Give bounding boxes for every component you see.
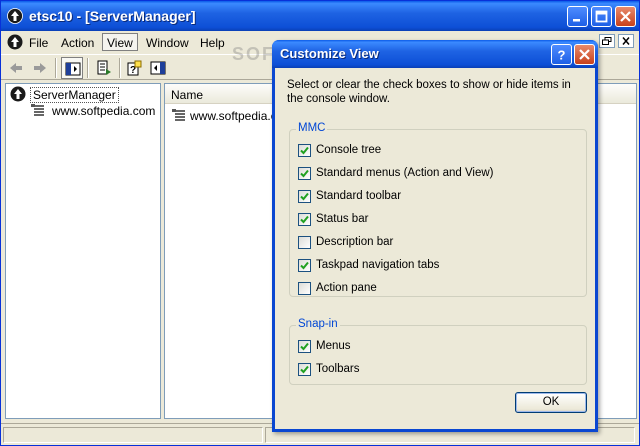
checkbox-label: Menus <box>316 340 351 352</box>
checkbox-label: Standard toolbar <box>316 190 402 202</box>
help-icon: ? <box>127 60 142 76</box>
forward-button[interactable] <box>29 57 51 79</box>
back-arrow-icon <box>10 63 22 73</box>
checkbox-checked[interactable] <box>298 340 311 353</box>
menu-file[interactable]: File <box>25 34 52 52</box>
checkbox-label: Console tree <box>316 144 382 156</box>
minimize-icon <box>573 19 580 22</box>
ok-button[interactable]: OK <box>515 392 587 413</box>
checkmark-icon <box>300 342 309 351</box>
close-icon <box>622 37 630 45</box>
dialog-title: Customize View <box>280 46 379 61</box>
menu-window[interactable]: Window <box>142 34 193 52</box>
checkbox-unchecked[interactable] <box>298 282 311 295</box>
close-button[interactable] <box>615 6 636 27</box>
column-name-header[interactable]: Name <box>171 88 203 102</box>
console-tree-pane[interactable]: ServerManager www.softpedia.com <box>5 83 161 419</box>
dialog-help-button[interactable]: ? <box>551 44 572 65</box>
group-mmc: MMC Console tree Standard menus (Action a… <box>289 122 587 297</box>
svg-text:?: ? <box>558 48 566 61</box>
checkmark-icon <box>300 215 309 224</box>
forward-arrow-icon <box>34 63 46 73</box>
menu-action[interactable]: Action <box>57 34 98 52</box>
action-pane-icon <box>150 61 166 75</box>
server-list-icon <box>31 104 44 116</box>
checkbox-checked[interactable] <box>298 259 311 272</box>
checkbox-label: Action pane <box>316 282 377 294</box>
checkbox-checked[interactable] <box>298 190 311 203</box>
checkbox-label: Status bar <box>316 213 369 225</box>
back-button[interactable] <box>5 57 27 79</box>
export-list-button[interactable] <box>93 57 115 79</box>
export-list-icon <box>97 60 111 75</box>
tree-node-label: ServerManager <box>30 87 119 103</box>
maximize-button[interactable] <box>591 6 612 27</box>
close-icon <box>579 49 590 60</box>
mdi-restore-button[interactable] <box>599 34 615 48</box>
checkmark-icon <box>300 146 309 155</box>
checkbox-unchecked[interactable] <box>298 236 311 249</box>
mdi-close-button[interactable] <box>618 34 634 48</box>
server-list-icon <box>172 109 185 121</box>
help-icon: ? <box>558 48 566 61</box>
checkbox-label: Toolbars <box>316 363 360 375</box>
show-hide-action-pane-button[interactable] <box>147 57 169 79</box>
checkbox-checked[interactable] <box>298 213 311 226</box>
help-topics-button[interactable]: ? <box>123 57 145 79</box>
checkmark-icon <box>300 261 309 270</box>
window-title: etsc10 - [ServerManager] <box>29 8 196 24</box>
dialog-close-button[interactable] <box>574 44 595 65</box>
close-icon <box>620 11 631 22</box>
dialog-titlebar[interactable]: Customize View ? <box>272 40 598 68</box>
status-cell <box>3 427 263 443</box>
menu-help[interactable]: Help <box>196 34 229 52</box>
toolbar-separator <box>87 58 89 78</box>
checkbox-label: Standard menus (Action and View) <box>316 167 494 179</box>
checkbox-checked[interactable] <box>298 167 311 180</box>
dialog-description: Select or clear the check boxes to show … <box>287 79 571 105</box>
toolbar-separator <box>119 58 121 78</box>
customize-view-dialog: Customize View ? Select or clear the che… <box>272 40 598 432</box>
console-tree-icon <box>65 62 81 76</box>
group-snap-in: Snap-in Menus Toolbars <box>289 318 587 385</box>
checkmark-icon <box>300 169 309 178</box>
group-label-snap-in: Snap-in <box>296 318 340 330</box>
group-label-mmc: MMC <box>296 122 328 134</box>
mmc-arrow-icon <box>10 86 26 102</box>
checkbox-label: Taskpad navigation tabs <box>316 259 440 271</box>
mmc-arrow-icon[interactable] <box>7 34 23 50</box>
minimize-button[interactable] <box>567 6 588 27</box>
checkbox-label: Description bar <box>316 236 394 248</box>
show-hide-tree-button[interactable] <box>61 57 83 79</box>
mmc-arrow-icon <box>7 8 23 24</box>
checkmark-icon <box>300 365 309 374</box>
maximize-icon <box>595 10 608 23</box>
main-titlebar[interactable]: etsc10 - [ServerManager] <box>1 1 639 31</box>
tree-node-label: www.softpedia.com <box>52 104 156 118</box>
checkmark-icon <box>300 192 309 201</box>
checkbox-checked[interactable] <box>298 363 311 376</box>
menu-view[interactable]: View <box>102 33 138 51</box>
toolbar-separator <box>55 58 57 78</box>
checkbox-checked[interactable] <box>298 144 311 157</box>
restore-icon <box>602 37 612 45</box>
